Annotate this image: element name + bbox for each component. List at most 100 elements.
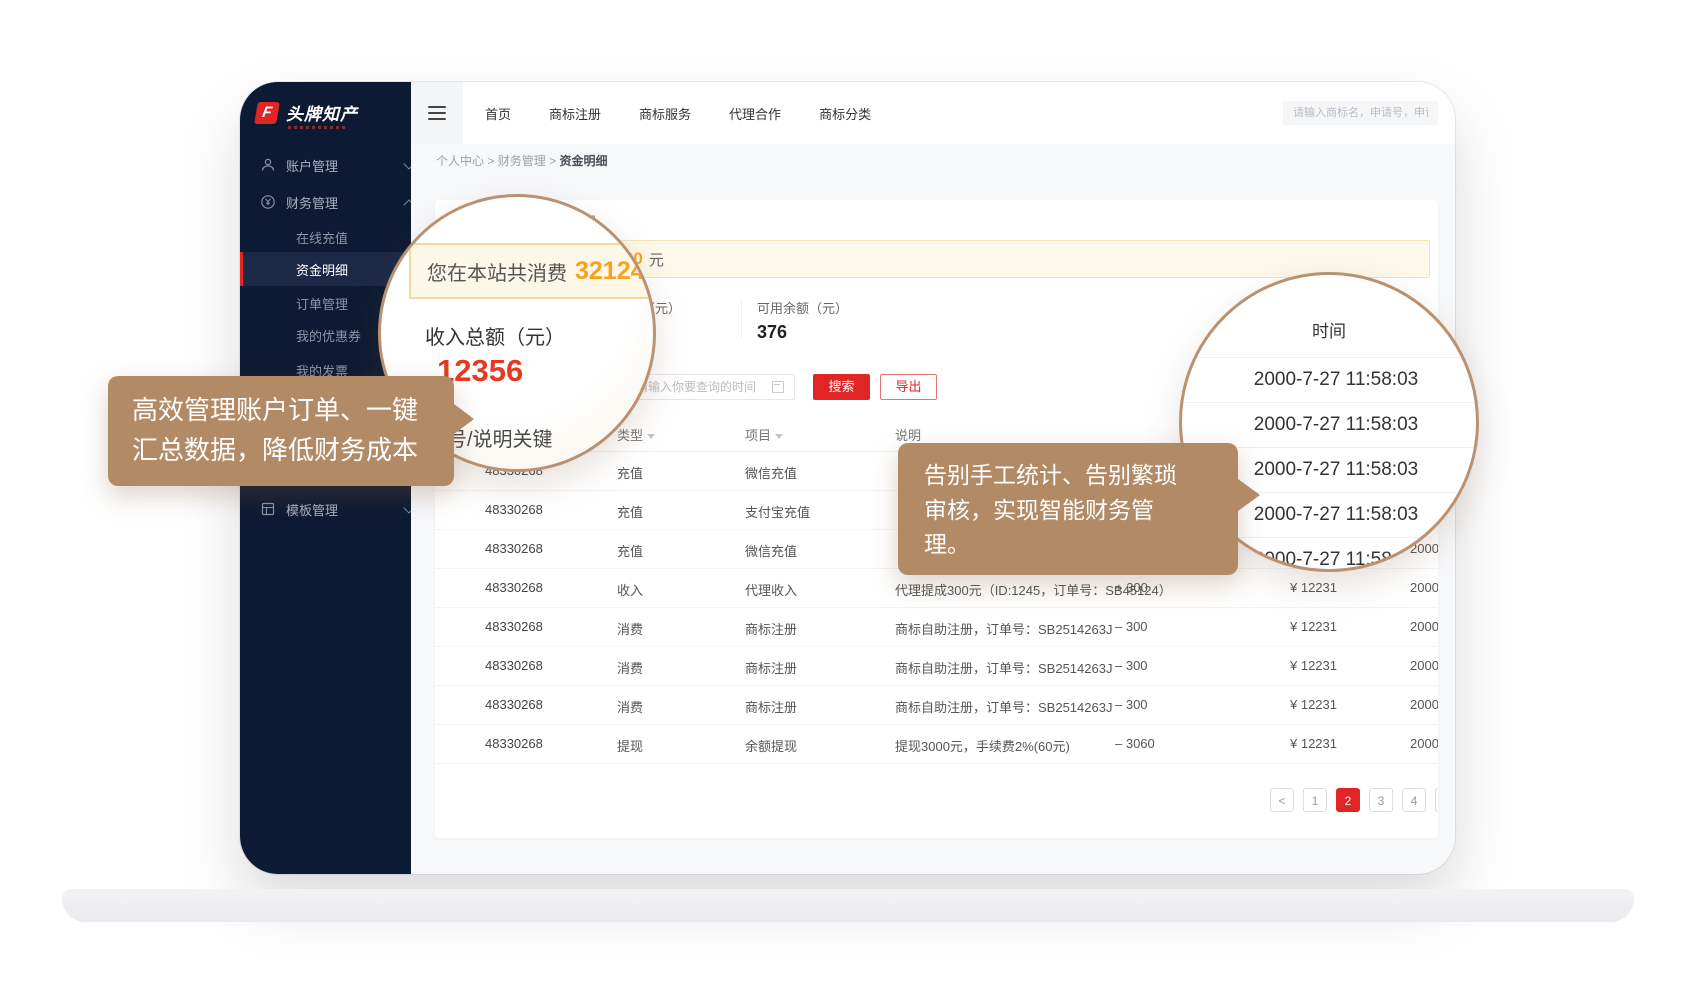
sidebar-item-finance[interactable]: 财务管理 [240, 185, 431, 219]
table-header-type[interactable]: 类型 [617, 425, 655, 444]
cell-time: 2000-7-27 11:58:03 [1410, 697, 1438, 712]
cell-order-no: 48330268 [485, 658, 543, 673]
page-button-2-active[interactable]: 2 [1336, 788, 1360, 812]
logo: F 头牌知产 [256, 100, 358, 125]
logo-title: 头牌知产 [286, 100, 358, 125]
breadcrumb-separator: > [549, 154, 556, 168]
pagination: < 1 2 3 4 5 [1270, 788, 1438, 812]
hamburger-button[interactable] [411, 82, 463, 144]
page-prev-button[interactable]: < [1270, 788, 1294, 812]
sidebar-item-label: 账户管理 [286, 156, 338, 175]
page-button-5[interactable]: 5 [1435, 788, 1438, 812]
cell-balance: ¥ 12231 [1290, 697, 1337, 712]
available-balance-label: 可用余额（元） [757, 298, 848, 317]
cell-time: 2000-7-27 11:58:03 [1410, 580, 1438, 595]
sidebar-item-label: 在线充值 [296, 228, 348, 247]
cell-item: 微信充值 [745, 463, 797, 482]
cell-item: 商标注册 [745, 658, 797, 677]
nav-tab-trademark-services[interactable]: 商标服务 [639, 104, 691, 123]
logo-subtitle-dots [288, 126, 346, 129]
calendar-icon [772, 381, 784, 393]
cell-type: 提现 [617, 736, 643, 755]
table-row: 48330268 提现 余额提现 提现3000元，手续费2%(60元) – 30… [435, 724, 1438, 764]
cell-desc: 提现3000元，手续费2%(60元) [895, 736, 1070, 755]
table-row: 48330268 消费 商标注册 商标自助注册，订单号：SB2514263J –… [435, 685, 1438, 725]
cell-order-no: 48330268 [485, 619, 543, 634]
nav-tab-agency[interactable]: 代理合作 [729, 104, 781, 123]
cell-order-no: 48330268 [485, 736, 543, 751]
nav-tab-trademark-register[interactable]: 商标注册 [549, 104, 601, 123]
search-button[interactable]: 搜索 [813, 374, 870, 400]
stats-divider [741, 300, 742, 338]
cell-desc: 商标自助注册，订单号：SB2514263J [895, 697, 1112, 716]
callout-right: 告别手工统计、告别繁琐 审核，实现智能财务管 理。 [898, 443, 1238, 575]
cell-item: 商标注册 [745, 697, 797, 716]
nav-tab-home[interactable]: 首页 [485, 104, 511, 123]
cell-item: 支付宝充值 [745, 502, 810, 521]
laptop-base [62, 889, 1634, 922]
cell-amount: – 300 [1115, 619, 1148, 634]
cell-amount: – 300 [1115, 697, 1148, 712]
page-button-1[interactable]: 1 [1303, 788, 1327, 812]
cell-type: 充值 [617, 502, 643, 521]
sidebar-item-label: 我的优惠券 [296, 326, 361, 345]
finance-icon [260, 194, 276, 210]
cell-order-no: 48330268 [485, 697, 543, 712]
top-navbar: 首页 商标注册 商标服务 代理合作 商标分类 [411, 82, 1455, 145]
cell-time: 2000-7-27 11:58:03 [1410, 736, 1438, 751]
cell-item: 微信充值 [745, 541, 797, 560]
breadcrumb-item[interactable]: 财务管理 [498, 154, 546, 168]
user-icon [260, 157, 276, 173]
callout-line: 汇总数据，降低财务成本 [132, 430, 430, 470]
cell-balance: ¥ 12231 [1290, 619, 1337, 634]
callout-line: 高效管理账户订单、一键 [132, 390, 430, 430]
breadcrumb-current: 资金明细 [559, 154, 607, 168]
logo-icon: F [254, 102, 280, 124]
sidebar-item-templates[interactable]: 模板管理 [240, 492, 431, 526]
cell-order-no: 48330268 [485, 502, 543, 517]
sidebar-item-label: 模板管理 [286, 500, 338, 519]
nav-tab-trademark-classes[interactable]: 商标分类 [819, 104, 871, 123]
cell-balance: ¥ 12231 [1290, 658, 1337, 673]
date-query-input[interactable] [625, 374, 795, 400]
cell-amount: – 3060 [1115, 736, 1155, 751]
template-icon [260, 501, 276, 517]
sidebar-item-label: 资金明细 [296, 260, 348, 279]
nav-tabs: 首页 商标注册 商标服务 代理合作 商标分类 [485, 82, 871, 144]
magnified-banner-amount: 32124 [575, 257, 645, 286]
page-button-3[interactable]: 3 [1369, 788, 1393, 812]
cell-order-no: 48330268 [485, 541, 543, 556]
cell-desc: 商标自助注册，订单号：SB2514263J [895, 619, 1112, 638]
cell-amount: + 300 [1115, 580, 1148, 595]
cell-type: 消费 [617, 697, 643, 716]
cell-type: 消费 [617, 619, 643, 638]
cell-type: 收入 [617, 580, 643, 599]
callout-left: 高效管理账户订单、一键 汇总数据，降低财务成本 [108, 376, 454, 486]
cell-type: 消费 [617, 658, 643, 677]
sidebar-item-account[interactable]: 账户管理 [240, 148, 431, 182]
cell-order-no: 48330268 [485, 580, 543, 595]
cell-type: 充值 [617, 463, 643, 482]
sort-caret-icon [647, 434, 655, 439]
page-button-4[interactable]: 4 [1402, 788, 1426, 812]
available-balance-value: 376 [757, 322, 787, 343]
table-row: 48330268 消费 商标注册 商标自助注册，订单号：SB2514263J –… [435, 646, 1438, 686]
cell-time: 2000-7-27 11:58:03 [1410, 658, 1438, 673]
menu-icon [428, 106, 446, 108]
table-row: 48330268 消费 商标注册 商标自助注册，订单号：SB2514263J –… [435, 607, 1438, 647]
cell-time: 2000-7-27 11:58:03 [1410, 619, 1438, 634]
breadcrumb: 个人中心 > 财务管理 > 资金明细 [436, 144, 607, 178]
cell-item: 余额提现 [745, 736, 797, 755]
cell-desc: 商标自助注册，订单号：SB2514263J [895, 658, 1112, 677]
callout-line: 告别手工统计、告别繁琐 [924, 458, 1212, 493]
table-header-desc: 说明 [895, 425, 921, 444]
breadcrumb-item[interactable]: 个人中心 [436, 154, 484, 168]
site-search-input[interactable] [1283, 101, 1438, 125]
cell-item: 商标注册 [745, 619, 797, 638]
magnified-income-label: 收入总额（元） [425, 321, 565, 350]
table-header-item[interactable]: 项目 [745, 425, 783, 444]
page: F 头牌知产 账户管理 财务管理 在 [0, 0, 1696, 1002]
breadcrumb-separator: > [487, 154, 494, 168]
magnified-time-header: 时间 [1182, 317, 1476, 342]
export-button[interactable]: 导出 [880, 374, 937, 400]
